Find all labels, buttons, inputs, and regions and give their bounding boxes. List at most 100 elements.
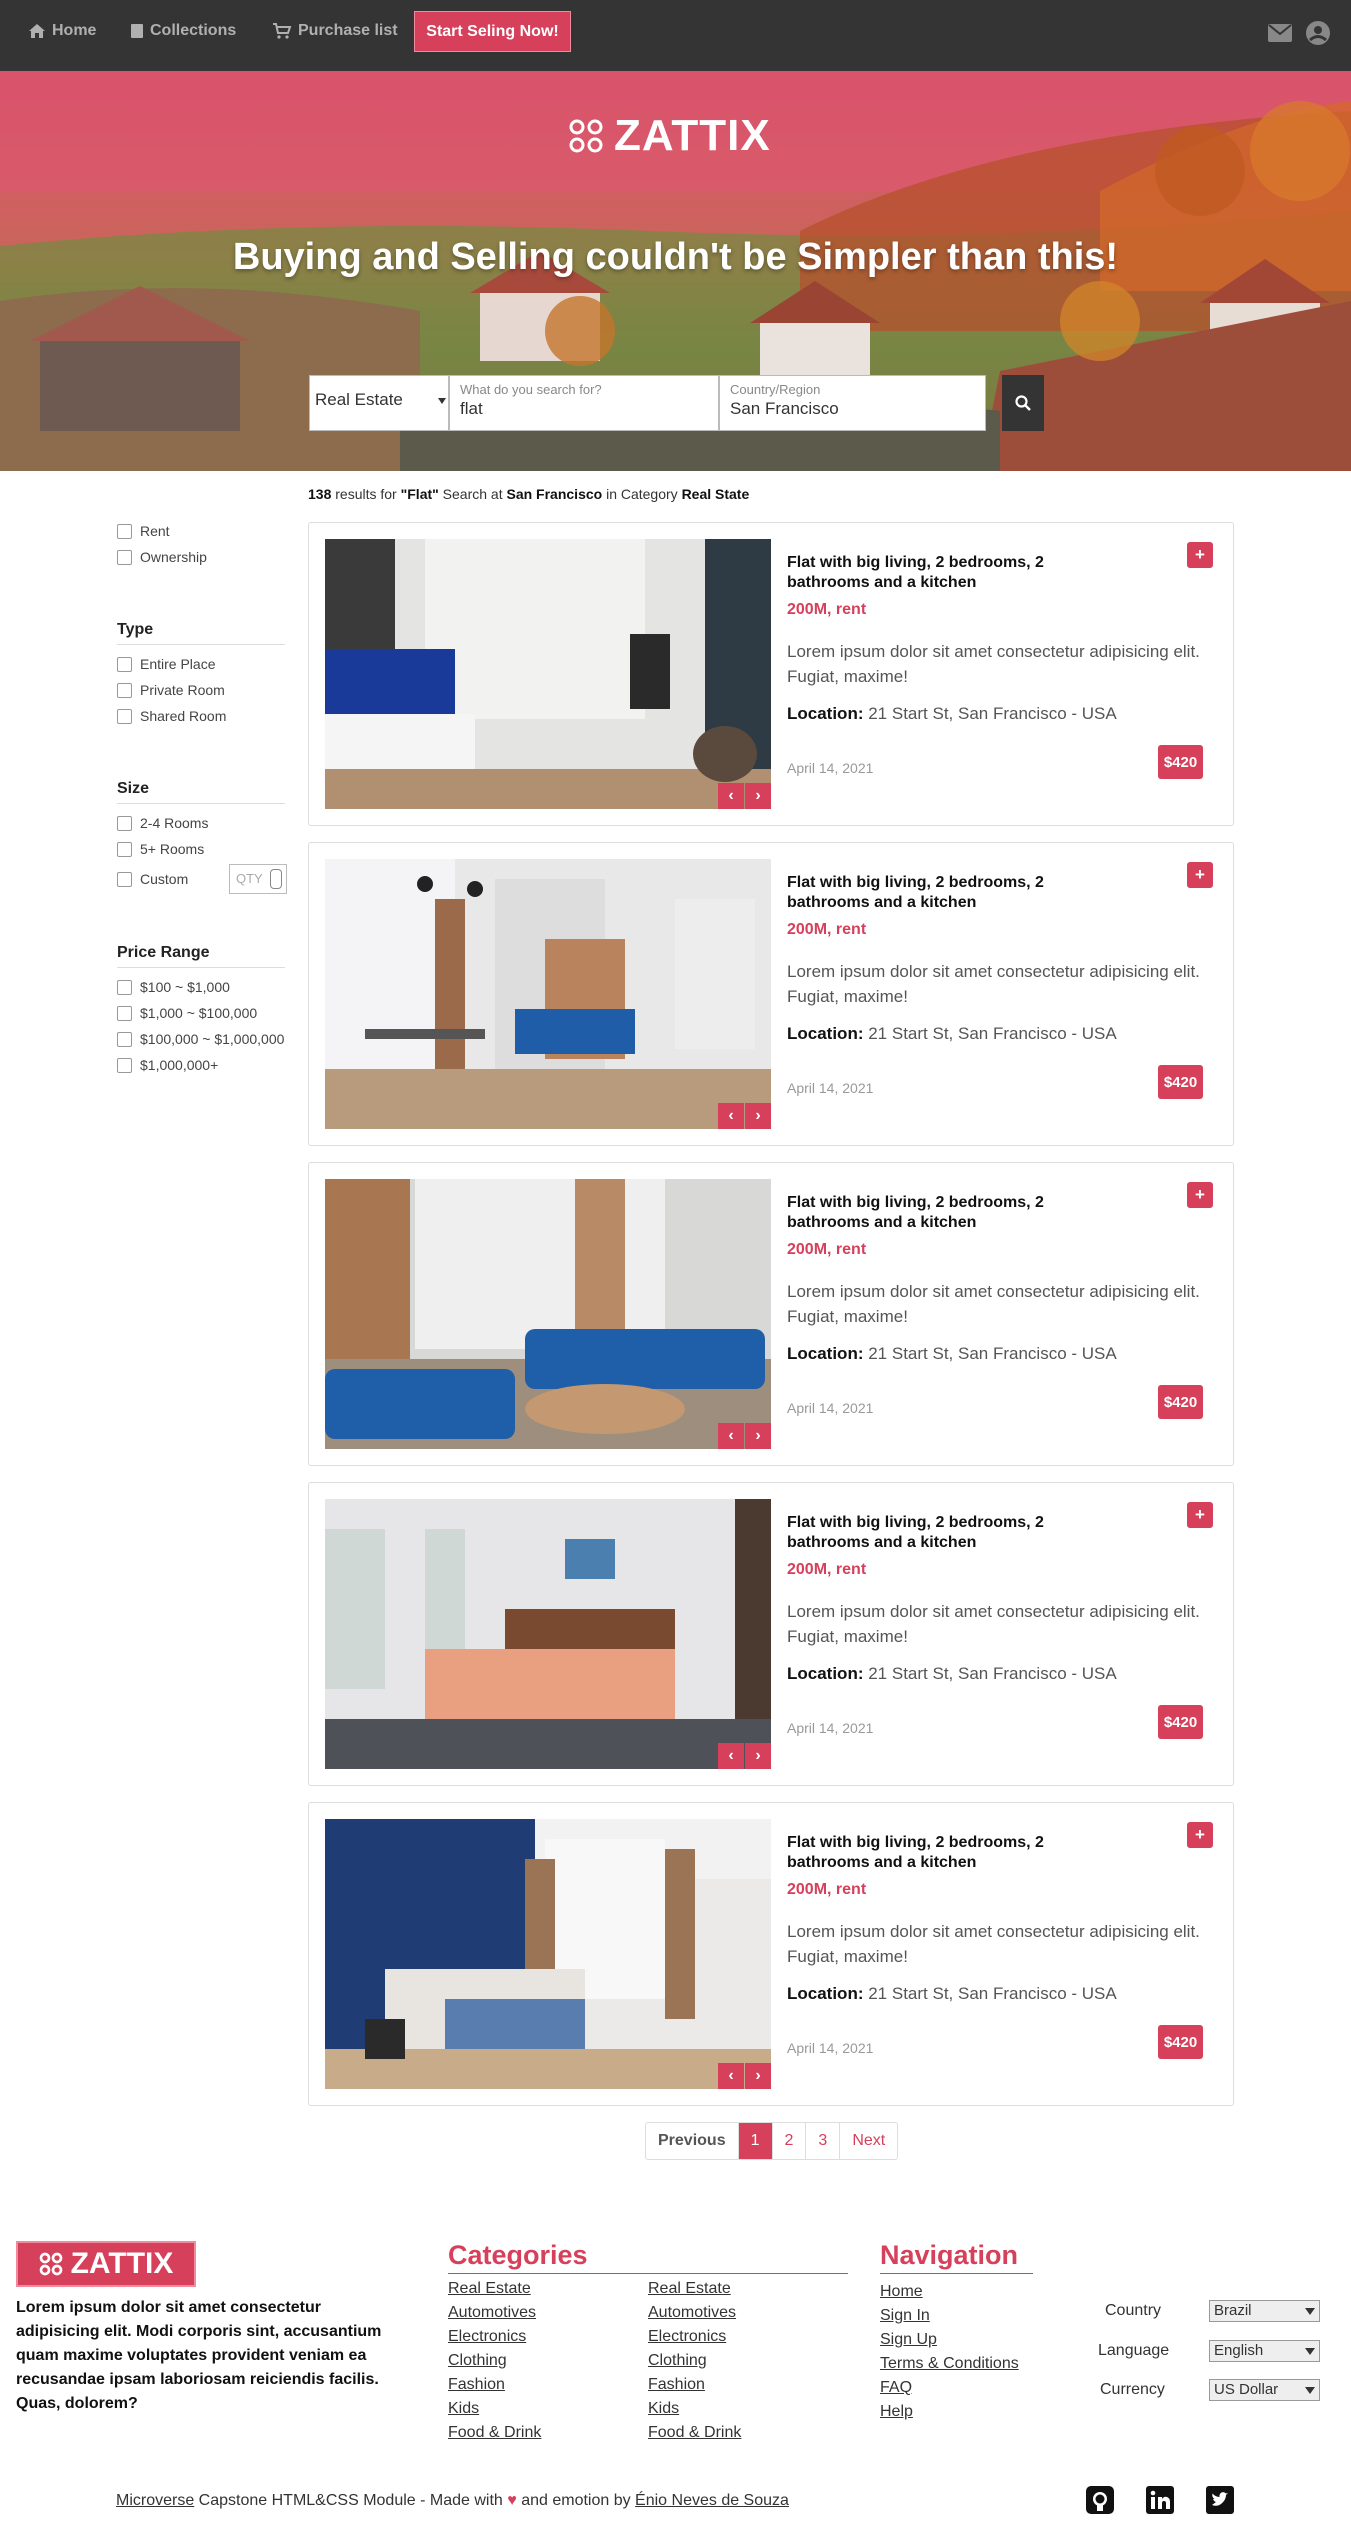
listing-card[interactable]: ‹ › Flat with big living, 2 bedrooms, 2 … xyxy=(308,522,1234,826)
chevron-left-icon[interactable]: ‹ xyxy=(718,783,744,809)
github-icon[interactable] xyxy=(1085,2485,1115,2515)
footer-nav-help[interactable]: Help xyxy=(880,2403,913,2421)
category-link[interactable]: Clothing xyxy=(448,2352,507,2370)
language-select[interactable]: English xyxy=(1209,2340,1320,2362)
listing-card[interactable]: ‹ › Flat with big living, 2 bedrooms, 2 … xyxy=(308,842,1234,1146)
chevron-left-icon[interactable]: ‹ xyxy=(718,1103,744,1129)
author-link[interactable]: Énio Neves de Souza xyxy=(635,2492,789,2509)
category-link[interactable]: Fashion xyxy=(448,2376,505,2394)
filter-custom[interactable]: Custom xyxy=(117,871,188,887)
filter-ownership[interactable]: Ownership xyxy=(117,549,207,565)
chevron-left-icon[interactable]: ‹ xyxy=(718,1423,744,1449)
footer-nav-home[interactable]: Home xyxy=(880,2283,923,2301)
listing-description: Lorem ipsum dolor sit amet consectetur a… xyxy=(787,642,1200,686)
page-1-button[interactable]: 1 xyxy=(737,2123,772,2159)
listing-photo[interactable]: ‹ › xyxy=(325,1499,771,1769)
twitter-icon[interactable] xyxy=(1205,2485,1235,2515)
nav-purchase-list[interactable]: Purchase list xyxy=(272,22,398,40)
microverse-link[interactable]: Microverse xyxy=(116,2492,194,2509)
filter-price-2[interactable]: $1,000 ~ $100,000 xyxy=(117,1005,257,1021)
divider xyxy=(117,967,285,968)
category-select[interactable]: Real Estate xyxy=(309,375,449,431)
filter-entire-place[interactable]: Entire Place xyxy=(117,656,215,672)
hero-title: Buying and Selling couldn't be Simpler t… xyxy=(232,236,1119,278)
envelope-icon[interactable] xyxy=(1268,24,1292,42)
footer-nav-sign-in[interactable]: Sign In xyxy=(880,2307,930,2325)
linkedin-icon[interactable] xyxy=(1145,2485,1175,2515)
add-to-list-button[interactable]: + xyxy=(1187,542,1213,568)
photo-nav: ‹ › xyxy=(717,783,771,809)
filter-shared-room[interactable]: Shared Room xyxy=(117,708,226,724)
category-link[interactable]: Kids xyxy=(448,2400,479,2418)
add-to-list-button[interactable]: + xyxy=(1187,1822,1213,1848)
listing-card[interactable]: ‹ › Flat with big living, 2 bedrooms, 2 … xyxy=(308,1162,1234,1466)
footer-about: Lorem ipsum dolor sit amet consectetur a… xyxy=(16,2299,382,2412)
footer-nav-faq[interactable]: FAQ xyxy=(880,2379,912,2397)
category-link[interactable]: Automotives xyxy=(448,2304,536,2322)
category-link[interactable]: Electronics xyxy=(648,2328,726,2346)
listing-title[interactable]: Flat with big living, 2 bedrooms, 2 bath… xyxy=(787,553,1087,592)
filter-price-3[interactable]: $100,000 ~ $1,000,000 xyxy=(117,1031,284,1047)
chevron-right-icon[interactable]: › xyxy=(745,1423,771,1449)
listing-card[interactable]: ‹ › Flat with big living, 2 bedrooms, 2 … xyxy=(308,1482,1234,1786)
footer-nav-sign-up[interactable]: Sign Up xyxy=(880,2331,937,2349)
listing-title[interactable]: Flat with big living, 2 bedrooms, 2 bath… xyxy=(787,1833,1087,1872)
add-to-list-button[interactable]: + xyxy=(1187,1502,1213,1528)
user-icon[interactable] xyxy=(1306,21,1330,45)
chevron-right-icon[interactable]: › xyxy=(745,1103,771,1129)
chevron-right-icon[interactable]: › xyxy=(745,783,771,809)
filter-5-plus-rooms[interactable]: 5+ Rooms xyxy=(117,841,204,857)
brand-logo[interactable]: ZATTIX xyxy=(568,111,771,161)
chevron-right-icon[interactable]: › xyxy=(745,2063,771,2089)
listing-title[interactable]: Flat with big living, 2 bedrooms, 2 bath… xyxy=(787,873,1087,912)
listing-photo[interactable]: ‹ › xyxy=(325,1819,771,2089)
chevron-left-icon[interactable]: ‹ xyxy=(718,1743,744,1769)
footer-logo[interactable]: ZATTIX xyxy=(16,2241,196,2287)
category-link[interactable]: Fashion xyxy=(648,2376,705,2394)
listing-photo[interactable]: ‹ › xyxy=(325,1179,771,1449)
nav-collections[interactable]: Collections xyxy=(130,22,236,40)
divider xyxy=(448,2273,848,2274)
add-to-list-button[interactable]: + xyxy=(1187,1182,1213,1208)
quantity-stepper[interactable]: QTY xyxy=(229,864,287,894)
search-button[interactable] xyxy=(1002,375,1044,431)
category-link[interactable]: Food & Drink xyxy=(648,2424,741,2442)
nav-home[interactable]: Home xyxy=(28,22,96,40)
filter-rent[interactable]: Rent xyxy=(117,523,170,539)
add-to-list-button[interactable]: + xyxy=(1187,862,1213,888)
photo-nav: ‹ › xyxy=(717,1103,771,1129)
listing-card[interactable]: ‹ › Flat with big living, 2 bedrooms, 2 … xyxy=(308,1802,1234,2106)
page-2-button[interactable]: 2 xyxy=(771,2123,806,2159)
category-link[interactable]: Real Estate xyxy=(448,2280,531,2298)
listing-photo[interactable]: ‹ › xyxy=(325,859,771,1129)
category-link[interactable]: Clothing xyxy=(648,2352,707,2370)
category-link[interactable]: Kids xyxy=(648,2400,679,2418)
next-page-button[interactable]: Next xyxy=(839,2123,897,2159)
category-link[interactable]: Electronics xyxy=(448,2328,526,2346)
bedroom-photo xyxy=(325,1499,771,1769)
chevron-right-icon[interactable]: › xyxy=(745,1743,771,1769)
region-input[interactable]: Country/Region San Francisco xyxy=(719,375,986,431)
filter-private-room[interactable]: Private Room xyxy=(117,682,225,698)
previous-page-button[interactable]: Previous xyxy=(646,2123,738,2159)
footer-nav-terms[interactable]: Terms & Conditions xyxy=(880,2355,1019,2373)
category-link[interactable]: Real Estate xyxy=(648,2280,731,2298)
filter-price-4[interactable]: $1,000,000+ xyxy=(117,1057,218,1073)
search-input[interactable]: What do you search for? flat xyxy=(449,375,719,431)
listing-photo[interactable]: ‹ › xyxy=(325,539,771,809)
caret-down-icon xyxy=(438,398,446,404)
currency-select[interactable]: US Dollar xyxy=(1209,2379,1320,2401)
listing-title[interactable]: Flat with big living, 2 bedrooms, 2 bath… xyxy=(787,1193,1087,1232)
country-select[interactable]: Brazil xyxy=(1209,2300,1320,2322)
stepper-arrows-icon[interactable] xyxy=(270,869,282,889)
listing-title[interactable]: Flat with big living, 2 bedrooms, 2 bath… xyxy=(787,1513,1087,1552)
category-link[interactable]: Food & Drink xyxy=(448,2424,541,2442)
page-3-button[interactable]: 3 xyxy=(805,2123,839,2159)
filter-2-4-rooms[interactable]: 2-4 Rooms xyxy=(117,815,208,831)
chevron-left-icon[interactable]: ‹ xyxy=(718,2063,744,2089)
filter-price-1[interactable]: $100 ~ $1,000 xyxy=(117,979,230,995)
start-selling-button[interactable]: Start Seling Now! xyxy=(414,11,571,52)
category-link[interactable]: Automotives xyxy=(648,2304,736,2322)
currency-label: Currency xyxy=(1100,2381,1165,2398)
listing-location: Location: 21 Start St, San Francisco - U… xyxy=(787,1984,1117,2003)
